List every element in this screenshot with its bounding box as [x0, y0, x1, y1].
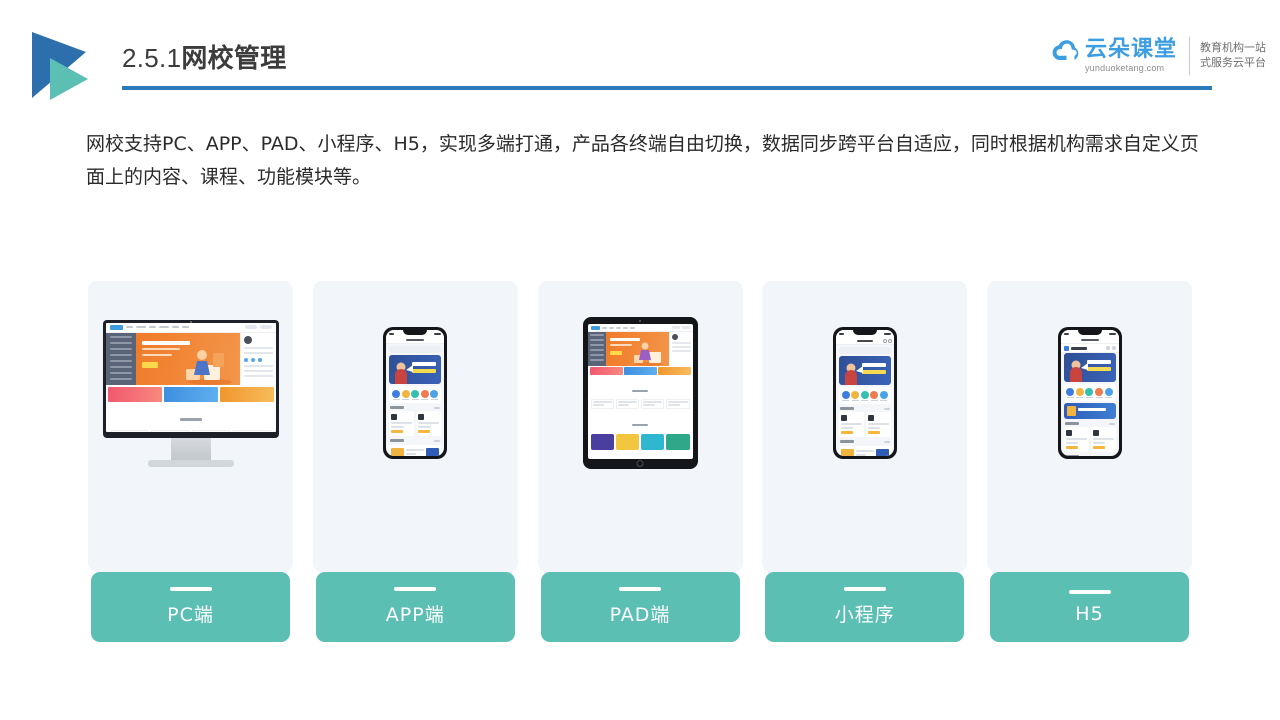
- tablet-camera-icon: [639, 320, 641, 322]
- webcam-icon: [189, 320, 192, 323]
- device-label-text: PAD端: [609, 604, 671, 626]
- phone-notch: [403, 330, 428, 335]
- device-label-text: 小程序: [834, 604, 895, 626]
- brand-name: 云朵课堂: [1084, 37, 1177, 63]
- slide-header: 2.5.1网校管理 云朵课堂 yunduoketang.com 教育机构一站 式…: [0, 0, 1280, 105]
- title-underline: [122, 86, 1212, 90]
- device-card-pc[interactable]: PC端: [88, 281, 293, 642]
- phone-notch: [852, 330, 877, 335]
- device-card-row: PC端 APP端 PAD端 小程序 H5: [88, 281, 1192, 642]
- search-bar[interactable]: [389, 346, 442, 353]
- device-label-text: PC端: [167, 604, 214, 626]
- miniprogram-capsule-icon[interactable]: [882, 338, 892, 343]
- label-divider-bar: [843, 587, 886, 591]
- play-triangle-logo-icon: [28, 28, 108, 103]
- phone-mockup-h5: [987, 281, 1192, 501]
- device-label-pc[interactable]: PC端: [91, 572, 290, 642]
- brand-tagline: 教育机构一站 式服务云平台: [1200, 41, 1266, 71]
- device-card-h5[interactable]: H5: [987, 281, 1192, 642]
- label-divider-bar: [1068, 589, 1111, 594]
- phone-mockup-miniprogram: [762, 281, 967, 501]
- site-logo-icon: [1063, 345, 1069, 351]
- cloud-icon: [1049, 36, 1083, 75]
- brand-url: yunduoketang.com: [1084, 62, 1165, 73]
- device-card-pad[interactable]: PAD端: [537, 281, 743, 642]
- label-divider-bar: [169, 587, 212, 591]
- description-paragraph: 网校支持PC、APP、PAD、小程序、H5，实现多端打通，产品各终端自由切换，数…: [86, 133, 1199, 188]
- device-label-h5[interactable]: H5: [990, 572, 1189, 642]
- search-bar[interactable]: [838, 347, 891, 354]
- monitor-stand: [170, 437, 211, 460]
- device-card-app[interactable]: APP端: [312, 281, 518, 642]
- phone-mockup-app: [313, 281, 518, 501]
- tablet-mockup: [538, 281, 743, 501]
- home-button-icon[interactable]: [636, 460, 644, 467]
- device-card-miniprogram[interactable]: 小程序: [762, 281, 968, 642]
- monitor-base: [147, 459, 234, 467]
- section-title: 网校管理: [181, 43, 287, 73]
- desktop-mockup: [88, 281, 293, 501]
- page-title: 2.5.1网校管理: [122, 44, 287, 73]
- brand-divider: [1189, 36, 1190, 75]
- device-label-miniprogram[interactable]: 小程序: [765, 572, 965, 642]
- device-label-text: H5: [1075, 602, 1104, 625]
- brand-tagline-line2: 式服务云平台: [1200, 55, 1266, 69]
- device-label-app[interactable]: APP端: [315, 572, 515, 642]
- label-divider-bar: [394, 587, 437, 591]
- brand-tagline-line1: 教育机构一站: [1200, 40, 1266, 54]
- device-label-text: APP端: [385, 604, 445, 626]
- device-label-pad[interactable]: PAD端: [540, 572, 740, 642]
- phone-notch: [1077, 330, 1102, 335]
- label-divider-bar: [619, 587, 661, 591]
- section-number: 2.5.1: [122, 43, 182, 73]
- brand-logo: 云朵课堂 yunduoketang.com 教育机构一站 式服务云平台: [1049, 36, 1266, 75]
